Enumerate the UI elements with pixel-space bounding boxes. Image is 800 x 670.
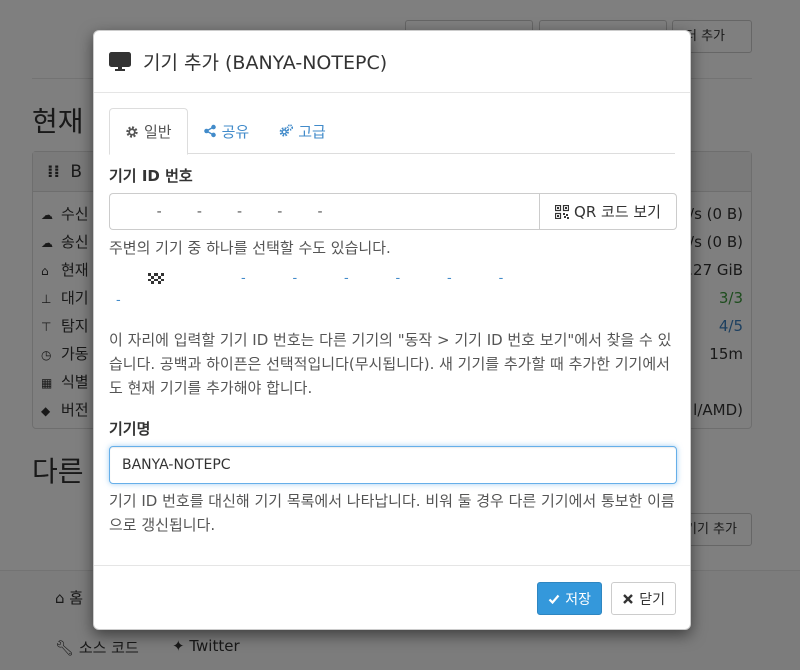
nearby-device-list: - - - - - - - xyxy=(116,271,671,311)
gears-icon xyxy=(279,124,294,137)
show-qr-button[interactable]: QR 코드 보기 xyxy=(539,193,677,230)
close-button[interactable]: 닫기 xyxy=(611,582,676,615)
dialog-tabs: 일반 공유 고급 xyxy=(109,108,675,155)
add-device-dialog: 기기 추가 (BANYA-NOTEPC) 일반 공유 고급 기기 ID 번호 -… xyxy=(93,30,691,630)
dialog-title: 기기 추가 (BANYA-NOTEPC) xyxy=(143,52,388,74)
close-icon xyxy=(623,593,634,604)
tab-general-label: 일반 xyxy=(144,123,172,141)
device-name-help: 기기 ID 번호를 대신해 기기 목록에서 나타납니다. 비워 둘 경우 다른 … xyxy=(109,492,675,534)
nearby-devices-help: 주변의 기기 중 하나를 선택할 수도 있습니다. xyxy=(109,239,391,257)
device-id-group: QR 코드 보기 xyxy=(109,193,677,230)
nearby-device-identicon xyxy=(148,273,164,284)
gear-icon xyxy=(126,125,138,138)
nearby-device-id-line2: - xyxy=(116,293,121,308)
device-id-input[interactable] xyxy=(109,193,539,230)
show-qr-button-label: QR 코드 보기 xyxy=(574,203,661,221)
tab-advanced[interactable]: 고급 xyxy=(264,108,341,154)
save-button[interactable]: 저장 xyxy=(537,582,602,615)
close-button-label: 닫기 xyxy=(639,591,665,608)
qrcode-icon xyxy=(555,204,570,219)
monitor-icon xyxy=(109,51,131,71)
device-id-label: 기기 ID 번호 xyxy=(109,167,193,185)
device-id-help: 이 자리에 입력할 기기 ID 번호는 다른 기기의 "동작 > 기기 ID 번… xyxy=(109,331,672,397)
tab-advanced-label: 고급 xyxy=(298,122,326,141)
device-name-input[interactable] xyxy=(109,446,677,484)
dialog-footer: 저장 닫기 xyxy=(94,565,690,629)
nearby-device-id-link[interactable]: - - - - - - xyxy=(241,271,504,286)
tab-sharing[interactable]: 공유 xyxy=(188,108,265,154)
check-icon xyxy=(548,594,560,604)
dialog-header: 기기 추가 (BANYA-NOTEPC) xyxy=(94,31,690,93)
tab-general[interactable]: 일반 xyxy=(109,108,188,155)
share-icon xyxy=(203,124,216,138)
tab-sharing-label: 공유 xyxy=(221,122,250,141)
save-button-label: 저장 xyxy=(565,591,591,608)
nearby-device-id: - - - - - - xyxy=(241,271,504,286)
device-name-label: 기기명 xyxy=(109,420,151,438)
